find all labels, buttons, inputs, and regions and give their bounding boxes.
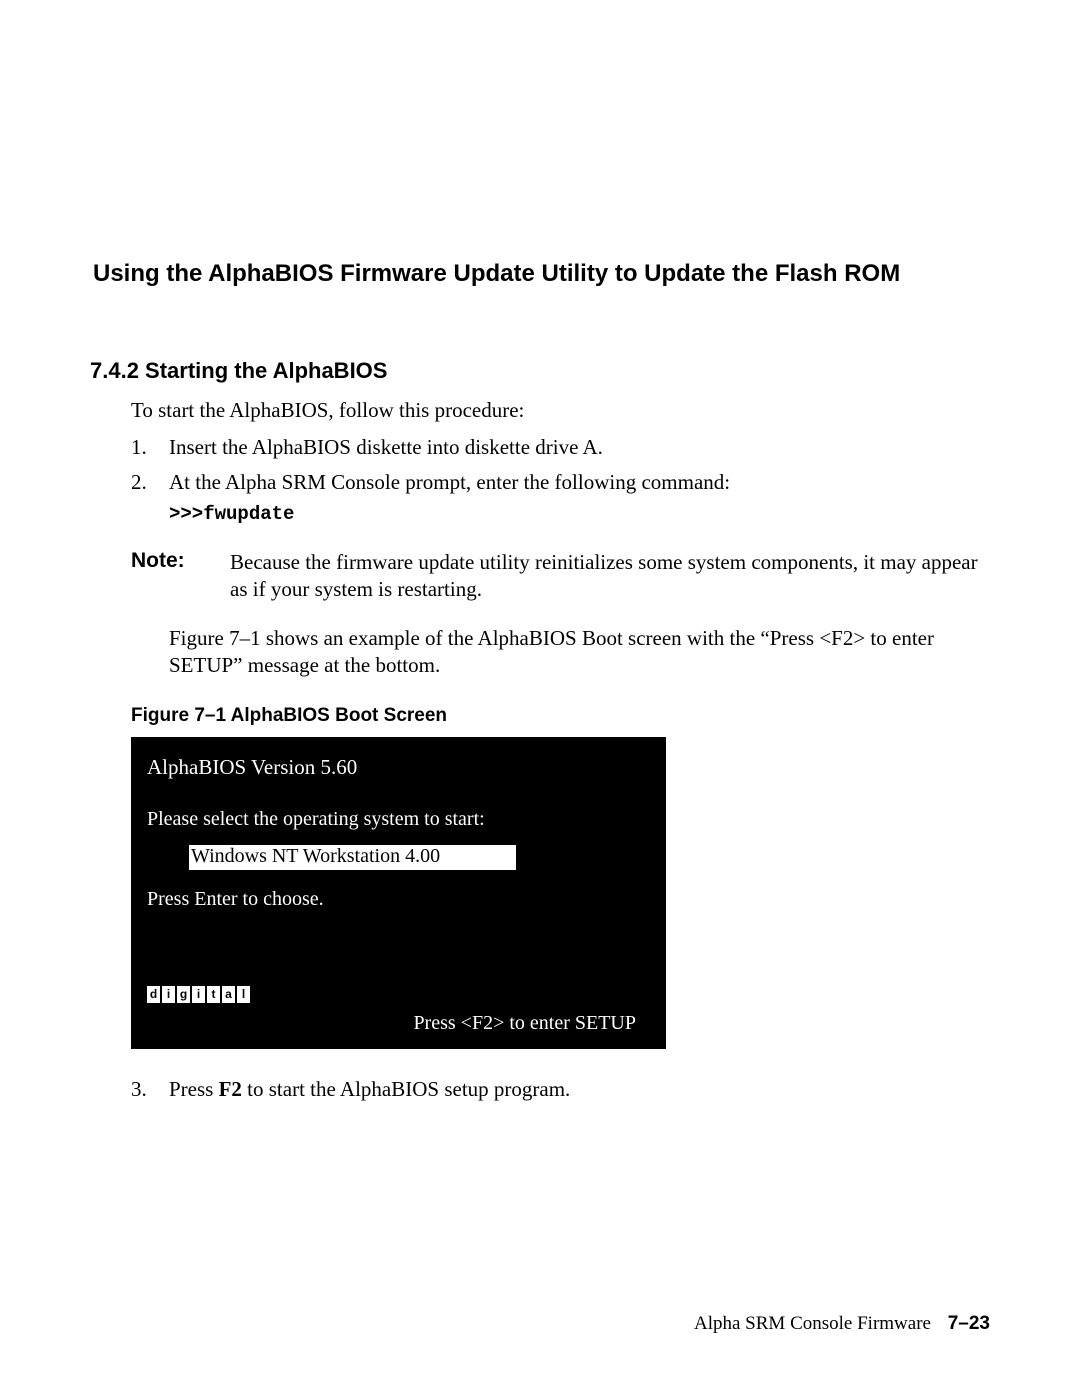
step-text: Insert the AlphaBIOS diskette into diske… — [169, 435, 990, 460]
logo-letter: d — [147, 986, 160, 1003]
step3-post: to start the AlphaBIOS setup program. — [242, 1077, 570, 1101]
figure-reference: Figure 7–1 shows an example of the Alpha… — [169, 625, 950, 679]
command-code: >>>fwupdate — [169, 503, 990, 525]
step-number: 2. — [131, 470, 169, 535]
boot-selected-os: Windows NT Workstation 4.00 — [189, 845, 516, 870]
note-text: Because the firmware update utility rein… — [230, 549, 990, 603]
footer-page-number: 7–23 — [948, 1313, 990, 1334]
logo-letter: l — [237, 986, 250, 1003]
procedure-list: 1. Insert the AlphaBIOS diskette into di… — [131, 435, 990, 535]
boot-title: AlphaBIOS Version 5.60 — [147, 755, 650, 780]
logo-letter: i — [192, 986, 205, 1003]
boot-selected-wrapper: Windows NT Workstation 4.00 — [147, 845, 650, 888]
intro-paragraph: To start the AlphaBIOS, follow this proc… — [131, 398, 990, 423]
alphabios-boot-screen: AlphaBIOS Version 5.60 Please select the… — [131, 737, 666, 1049]
step-number: 1. — [131, 435, 169, 460]
footer-label: Alpha SRM Console Firmware — [694, 1313, 931, 1334]
section-heading: 7.4.2 Starting the AlphaBIOS — [90, 358, 990, 384]
logo-letter: g — [177, 986, 190, 1003]
document-page: Using the AlphaBIOS Firmware Update Util… — [0, 0, 1080, 1102]
step-text: Press F2 to start the AlphaBIOS setup pr… — [169, 1077, 990, 1102]
list-item: 3. Press F2 to start the AlphaBIOS setup… — [131, 1077, 990, 1102]
digital-logo: d i g i t a l — [147, 986, 250, 1003]
step3-pre: Press — [169, 1077, 219, 1101]
logo-letter: t — [207, 986, 220, 1003]
logo-letter: a — [222, 986, 235, 1003]
figure-caption: Figure 7–1 AlphaBIOS Boot Screen — [131, 705, 990, 727]
list-item: 2. At the Alpha SRM Console prompt, ente… — [131, 470, 990, 535]
boot-prompt: Please select the operating system to st… — [147, 808, 650, 831]
logo-letter: i — [162, 986, 175, 1003]
list-item: 1. Insert the AlphaBIOS diskette into di… — [131, 435, 990, 460]
step-text-inner: At the Alpha SRM Console prompt, enter t… — [169, 470, 730, 494]
note-block: Note: Because the firmware update utilit… — [131, 549, 990, 603]
step3-key: F2 — [219, 1077, 242, 1101]
boot-enter-hint: Press Enter to choose. — [147, 888, 650, 911]
page-footer: Alpha SRM Console Firmware 7–23 — [694, 1313, 990, 1335]
boot-f2-hint: Press <F2> to enter SETUP — [413, 1012, 636, 1035]
step-number: 3. — [131, 1077, 169, 1102]
page-main-heading: Using the AlphaBIOS Firmware Update Util… — [93, 260, 990, 288]
note-label: Note: — [131, 549, 230, 603]
step-text: At the Alpha SRM Console prompt, enter t… — [169, 470, 990, 535]
